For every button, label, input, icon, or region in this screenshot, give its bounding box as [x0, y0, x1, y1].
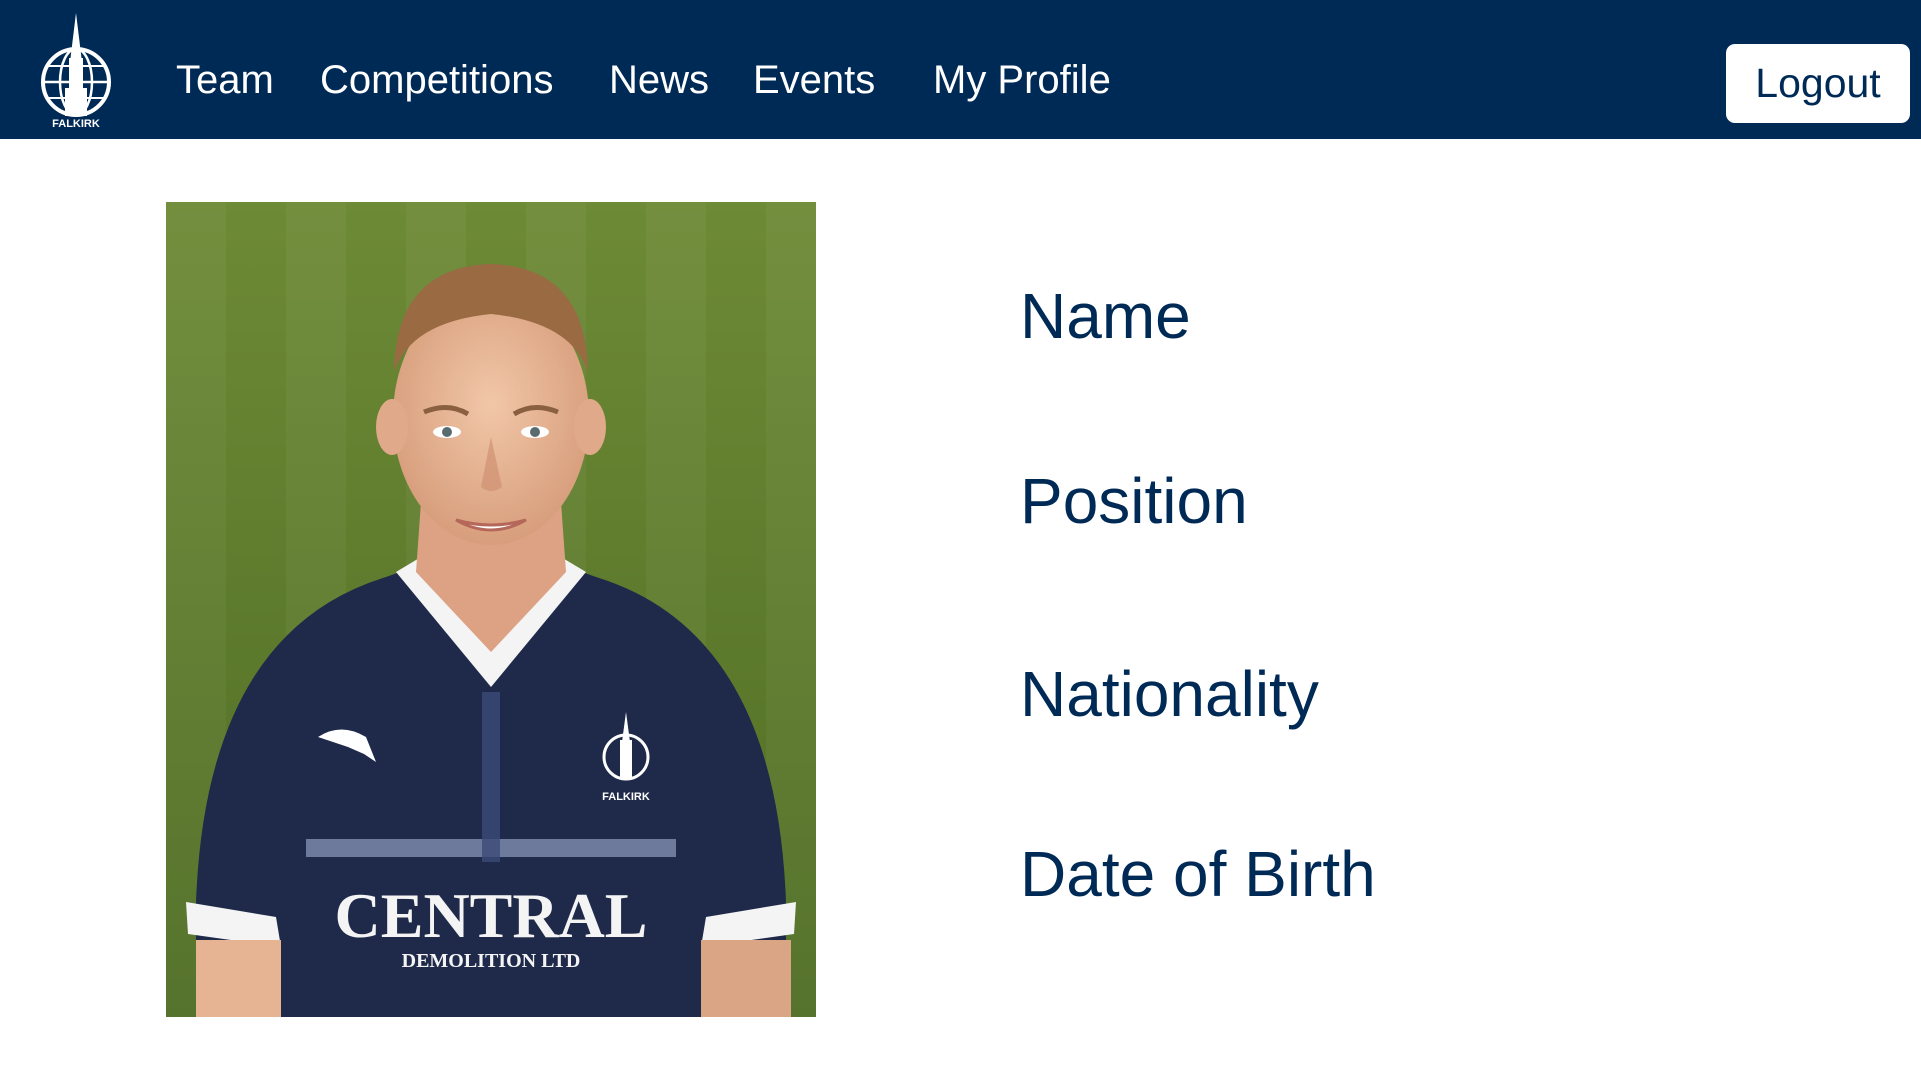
- player-dob-label: Date of Birth: [1020, 838, 1376, 910]
- nav-item-news[interactable]: News: [609, 56, 709, 104]
- player-position-label: Position: [1020, 465, 1248, 537]
- player-photo: FALKIRK CENTRAL DEMOLITION LTD: [166, 202, 816, 1017]
- nav-item-events[interactable]: Events: [753, 56, 875, 104]
- player-nationality-label: Nationality: [1020, 658, 1319, 730]
- logout-button[interactable]: Logout: [1726, 44, 1910, 123]
- shirt-crest-label: FALKIRK: [602, 791, 650, 803]
- top-navbar: FALKIRK Team Competitions News Events My…: [0, 0, 1921, 139]
- falkirk-crest-logo[interactable]: FALKIRK: [36, 10, 116, 130]
- shirt-sponsor-main: CENTRAL: [335, 880, 648, 951]
- nav-item-my-profile[interactable]: My Profile: [933, 56, 1111, 104]
- crest-icon: FALKIRK: [41, 13, 111, 130]
- player-name-label: Name: [1020, 280, 1191, 352]
- shirt-sponsor-sub: DEMOLITION LTD: [402, 950, 581, 972]
- nav-item-team[interactable]: Team: [176, 56, 274, 104]
- crest-label: FALKIRK: [52, 118, 100, 130]
- player-portrait-icon: FALKIRK CENTRAL DEMOLITION LTD: [166, 202, 816, 1017]
- nav-item-competitions[interactable]: Competitions: [320, 56, 553, 104]
